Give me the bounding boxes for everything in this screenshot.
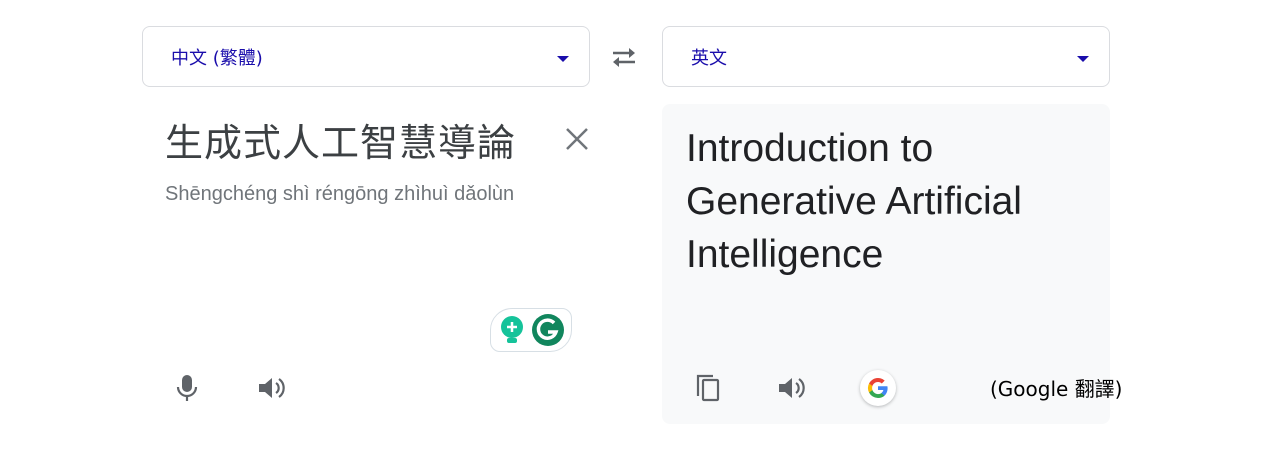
close-icon: [566, 128, 588, 150]
speaker-icon: [779, 378, 805, 398]
copy-icon: [696, 374, 720, 402]
lightbulb-icon: [501, 316, 523, 343]
source-listen-button[interactable]: [251, 368, 291, 408]
swap-languages-button[interactable]: [606, 42, 642, 72]
grammarly-widget[interactable]: [490, 308, 572, 352]
translation-listen-button[interactable]: [771, 368, 811, 408]
attribution-text: (Google 翻譯): [990, 377, 1123, 401]
microphone-icon: [176, 375, 198, 401]
speaker-icon: [259, 378, 285, 398]
swap-arrows-icon: [613, 48, 635, 67]
clear-source-button[interactable]: [562, 124, 592, 154]
target-language-label: 英文: [691, 47, 727, 69]
grammarly-icon: [532, 314, 564, 346]
source-language-label: 中文 (繁體): [171, 47, 263, 69]
chevron-down-icon: [557, 56, 569, 62]
microphone-button[interactable]: [167, 368, 207, 408]
copy-translation-button[interactable]: [688, 368, 728, 408]
target-language-select[interactable]: 英文: [662, 26, 1110, 87]
google-g-icon: [867, 378, 888, 399]
chevron-down-icon: [1077, 56, 1089, 62]
google-search-button[interactable]: [860, 370, 896, 406]
source-language-select[interactable]: 中文 (繁體): [142, 26, 590, 87]
translation-output: Introduction to Generative Artificial In…: [686, 127, 1022, 276]
source-text-input[interactable]: 生成式人工智慧導論: [165, 112, 516, 167]
source-romanization: Shēngchéng shì réngōng zhìhuì dǎolùn: [165, 183, 515, 205]
